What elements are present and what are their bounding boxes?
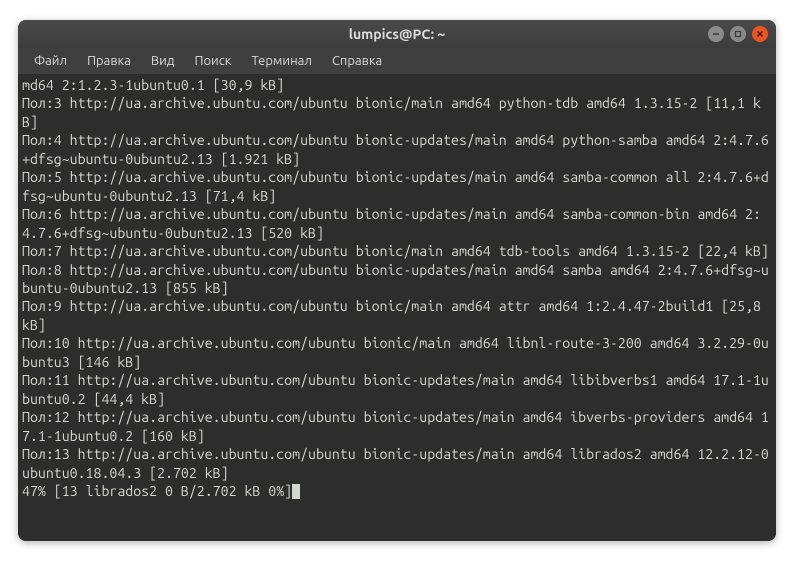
menu-search[interactable]: Поиск xyxy=(186,51,239,71)
close-icon xyxy=(756,30,764,38)
terminal-line: Пол:10 http://ua.archive.ubuntu.com/ubun… xyxy=(22,334,772,371)
menu-view[interactable]: Вид xyxy=(143,51,183,71)
terminal-line: Пол:7 http://ua.archive.ubuntu.com/ubunt… xyxy=(22,242,772,260)
terminal-line: Пол:12 http://ua.archive.ubuntu.com/ubun… xyxy=(22,408,772,445)
terminal-line: Пол:9 http://ua.archive.ubuntu.com/ubunt… xyxy=(22,297,772,334)
terminal-line: Пол:11 http://ua.archive.ubuntu.com/ubun… xyxy=(22,371,772,408)
terminal-line: Пол:5 http://ua.archive.ubuntu.com/ubunt… xyxy=(22,168,772,205)
menu-file[interactable]: Файл xyxy=(26,51,75,71)
terminal-line: Пол:3 http://ua.archive.ubuntu.com/ubunt… xyxy=(22,94,772,131)
menu-edit[interactable]: Правка xyxy=(79,51,139,71)
minimize-icon xyxy=(712,30,720,38)
maximize-icon xyxy=(734,30,742,38)
terminal-line: Пол:4 http://ua.archive.ubuntu.com/ubunt… xyxy=(22,131,772,168)
terminal-output[interactable]: md64 2:1.2.3-1ubuntu0.1 [30,9 kB]Пол:3 h… xyxy=(18,74,776,541)
menu-help[interactable]: Справка xyxy=(324,51,390,71)
terminal-line: md64 2:1.2.3-1ubuntu0.1 [30,9 kB] xyxy=(22,76,772,94)
terminal-line: Пол:8 http://ua.archive.ubuntu.com/ubunt… xyxy=(22,261,772,298)
terminal-line: Пол:13 http://ua.archive.ubuntu.com/ubun… xyxy=(22,445,772,482)
terminal-window: lumpics@PC: ~ Файл Правка Вид Поиск Терм… xyxy=(18,20,776,541)
titlebar[interactable]: lumpics@PC: ~ xyxy=(18,20,776,48)
window-title: lumpics@PC: ~ xyxy=(18,26,776,42)
close-button[interactable] xyxy=(752,26,768,42)
terminal-line: 47% [13 librados2 0 B/2.702 kB 0%] xyxy=(22,482,772,500)
menu-terminal[interactable]: Терминал xyxy=(243,51,319,71)
minimize-button[interactable] xyxy=(708,26,724,42)
terminal-line: Пол:6 http://ua.archive.ubuntu.com/ubunt… xyxy=(22,205,772,242)
menubar: Файл Правка Вид Поиск Терминал Справка xyxy=(18,48,776,74)
cursor-icon xyxy=(292,484,300,499)
window-controls xyxy=(708,26,768,42)
maximize-button[interactable] xyxy=(730,26,746,42)
